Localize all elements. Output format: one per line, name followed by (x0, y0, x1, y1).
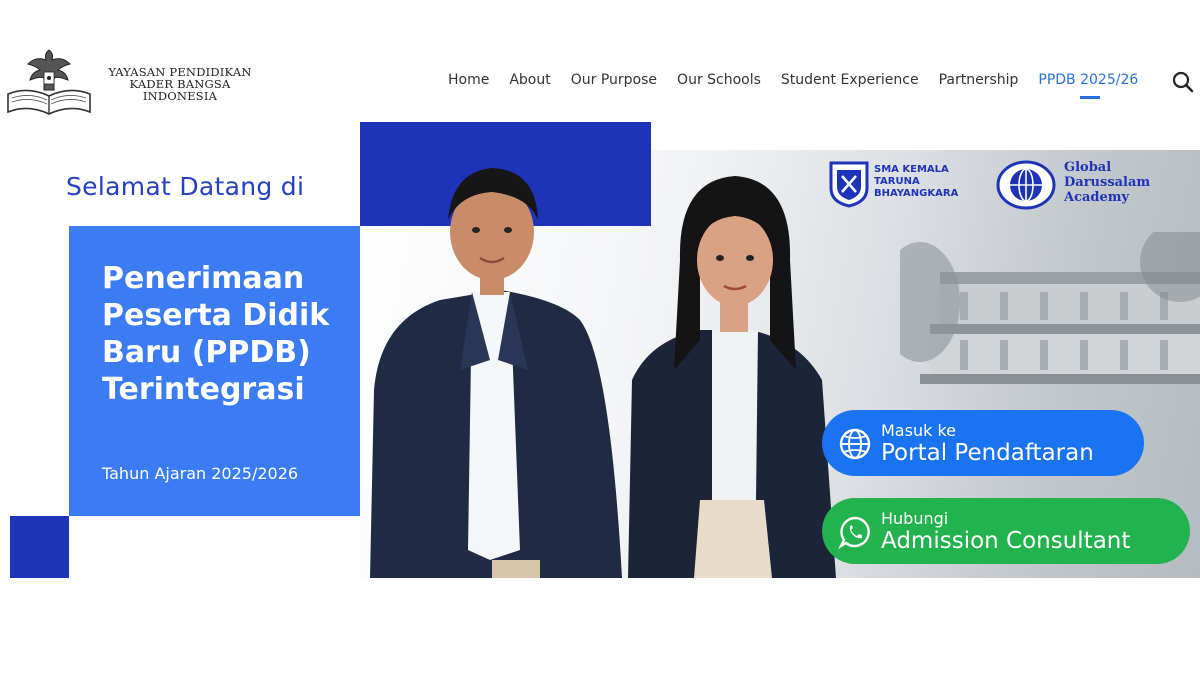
garuda-logo[interactable] (6, 44, 92, 116)
school-name-line: Darussalam (1064, 175, 1151, 190)
nav-our-purpose[interactable]: Our Purpose (571, 72, 657, 88)
hero-title-line: Baru (PPDB) (102, 335, 311, 370)
school-name-line: Academy (1064, 190, 1130, 205)
organization-name: YAYASAN PENDIDIKAN KADER BANGSA INDONESI… (100, 66, 260, 102)
whatsapp-button-line1: Hubungi (881, 509, 949, 528)
hero-title-line: Penerimaan (102, 261, 305, 296)
nav-ppdb[interactable]: PPDB 2025/26 (1038, 72, 1138, 99)
school-name-line: BHAYANGKARA (874, 188, 959, 199)
nav-about[interactable]: About (509, 72, 550, 88)
main-nav: Home About Our Purpose Our Schools Stude… (448, 72, 1158, 99)
hero-title-line: Peserta Didik (102, 298, 330, 333)
nav-student-experience[interactable]: Student Experience (781, 72, 919, 88)
search-icon[interactable] (1172, 71, 1194, 93)
portal-registration-button[interactable]: Masuk ke Portal Pendaftaran (822, 410, 1144, 476)
whatsapp-icon (838, 516, 870, 549)
portal-button-line2: Portal Pendaftaran (881, 440, 1094, 466)
academic-year: Tahun Ajaran 2025/2026 (102, 464, 299, 483)
welcome-text: Selamat Datang di (66, 172, 305, 201)
decorative-blue-square (10, 516, 69, 578)
nav-partnership[interactable]: Partnership (939, 72, 1019, 88)
shield-crest-icon[interactable] (828, 160, 870, 208)
school-name-sma-kemala: SMA KEMALA TARUNA BHAYANGKARA (874, 164, 958, 200)
school-name-line: Global (1064, 160, 1112, 175)
whatsapp-button-line2: Admission Consultant (881, 528, 1131, 554)
portal-button-line1: Masuk ke (881, 421, 956, 440)
hero-title-line: Terintegrasi (102, 372, 305, 407)
students-photo (370, 168, 836, 578)
org-name-line: INDONESIA (142, 89, 218, 103)
nav-our-schools[interactable]: Our Schools (677, 72, 761, 88)
school-name-line: TARUNA (874, 176, 920, 187)
globe-crest-icon[interactable] (996, 160, 1056, 210)
hero-title: Penerimaan Peserta Didik Baru (PPDB) Ter… (102, 260, 352, 408)
admission-consultant-button[interactable]: Hubungi Admission Consultant (822, 498, 1190, 564)
nav-home[interactable]: Home (448, 72, 489, 88)
school-name-global-darussalam: Global Darussalam Academy (1064, 160, 1150, 205)
school-name-line: SMA KEMALA (874, 164, 949, 175)
globe-icon (839, 428, 871, 460)
